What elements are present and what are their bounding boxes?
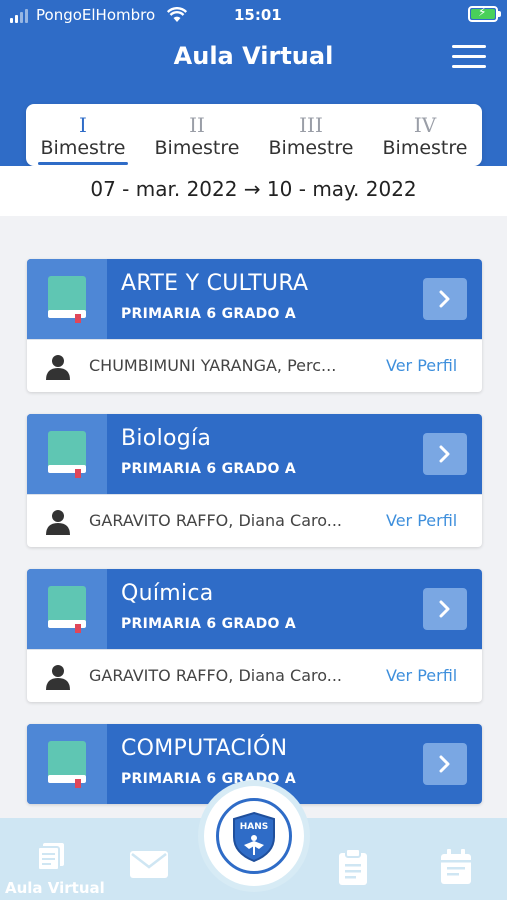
course-grade: PRIMARIA 6 GRADO A — [121, 306, 297, 322]
tab-label: Bimestre — [40, 137, 126, 159]
book-icon — [27, 414, 107, 494]
person-icon — [46, 355, 70, 380]
chevron-right-icon — [439, 755, 450, 773]
open-course-button[interactable] — [423, 743, 467, 785]
book-stack-icon — [37, 843, 64, 871]
teacher-row: CHUMBIMUNI YARANGA, Perc... Ver Perfil — [27, 339, 482, 392]
bimestre-tabs: I Bimestre II Bimestre III Bimestre IV B… — [26, 104, 482, 166]
hamburger-menu-icon[interactable] — [452, 45, 486, 69]
teacher-name: GARAVITO RAFFO, Diana Caro... — [89, 511, 343, 530]
course-name: Química — [121, 581, 214, 606]
nav-messages[interactable] — [128, 848, 174, 884]
nav-aula-virtual[interactable]: Aula Virtual — [0, 818, 105, 900]
tab-number: IV — [413, 113, 437, 137]
tab-bimestre-2[interactable]: II Bimestre — [140, 104, 254, 166]
course-header[interactable]: Química PRIMARIA 6 GRADO A — [27, 569, 482, 649]
tab-number: III — [299, 113, 323, 137]
chevron-right-icon — [439, 290, 450, 308]
page-title: Aula Virtual — [173, 42, 334, 70]
active-tab-indicator — [38, 162, 128, 165]
tab-label: Bimestre — [154, 137, 240, 159]
chevron-right-icon — [439, 445, 450, 463]
school-logo: HANS — [216, 798, 292, 874]
clipboard-icon — [339, 848, 367, 885]
course-name: COMPUTACIÓN — [121, 736, 288, 761]
battery-icon: ⚡ — [468, 5, 501, 22]
course-grade: PRIMARIA 6 GRADO A — [121, 616, 297, 632]
nav-label: Aula Virtual — [5, 879, 105, 897]
status-bar: PongoElHombro 15:01 ⚡ — [0, 0, 507, 32]
open-course-button[interactable] — [423, 278, 467, 320]
cellular-signal-icon — [10, 9, 28, 23]
nav-calendar[interactable] — [438, 848, 478, 888]
book-icon — [27, 569, 107, 649]
mail-icon — [130, 851, 168, 878]
course-header[interactable]: ARTE Y CULTURA PRIMARIA 6 GRADO A — [27, 259, 482, 339]
course-grade: PRIMARIA 6 GRADO A — [121, 461, 297, 477]
course-name: ARTE Y CULTURA — [121, 271, 309, 296]
book-icon — [27, 259, 107, 339]
tab-label: Bimestre — [382, 137, 468, 159]
teacher-row: GARAVITO RAFFO, Diana Caro... Ver Perfil — [27, 494, 482, 547]
home-logo-button[interactable]: HANS — [204, 786, 304, 886]
person-icon — [46, 510, 70, 535]
chevron-right-icon — [439, 600, 450, 618]
nav-tasks[interactable] — [335, 848, 375, 888]
date-range: 07 - mar. 2022 → 10 - may. 2022 — [90, 177, 417, 201]
view-profile-link[interactable]: Ver Perfil — [386, 511, 457, 530]
course-header[interactable]: Biología PRIMARIA 6 GRADO A — [27, 414, 482, 494]
teacher-row: GARAVITO RAFFO, Diana Caro... Ver Perfil — [27, 649, 482, 702]
wifi-icon — [167, 7, 187, 22]
teacher-name: GARAVITO RAFFO, Diana Caro... — [89, 666, 343, 685]
book-icon — [27, 724, 107, 804]
tab-number: II — [189, 113, 205, 137]
person-icon — [46, 665, 70, 690]
course-card: Química PRIMARIA 6 GRADO A GARAVITO RAFF… — [27, 569, 482, 702]
view-profile-link[interactable]: Ver Perfil — [386, 356, 457, 375]
status-time: 15:01 — [234, 6, 282, 24]
view-profile-link[interactable]: Ver Perfil — [386, 666, 457, 685]
course-card: ARTE Y CULTURA PRIMARIA 6 GRADO A CHUMBI… — [27, 259, 482, 392]
course-list: ARTE Y CULTURA PRIMARIA 6 GRADO A CHUMBI… — [27, 259, 482, 826]
open-course-button[interactable] — [423, 433, 467, 475]
tab-bimestre-4[interactable]: IV Bimestre — [368, 104, 482, 166]
school-shield-icon: HANS — [233, 811, 275, 863]
svg-text:HANS: HANS — [240, 822, 269, 832]
course-grade: PRIMARIA 6 GRADO A — [121, 771, 297, 787]
tab-label: Bimestre — [268, 137, 354, 159]
course-name: Biología — [121, 426, 212, 451]
open-course-button[interactable] — [423, 588, 467, 630]
tab-bimestre-1[interactable]: I Bimestre — [26, 104, 140, 166]
date-range-bar: 07 - mar. 2022 → 10 - may. 2022 — [0, 166, 507, 216]
tab-number: I — [79, 113, 87, 137]
course-card: Biología PRIMARIA 6 GRADO A GARAVITO RAF… — [27, 414, 482, 547]
teacher-name: CHUMBIMUNI YARANGA, Perc... — [89, 356, 337, 375]
tab-bimestre-3[interactable]: III Bimestre — [254, 104, 368, 166]
carrier-name: PongoElHombro — [36, 6, 156, 24]
calendar-icon — [441, 849, 471, 884]
